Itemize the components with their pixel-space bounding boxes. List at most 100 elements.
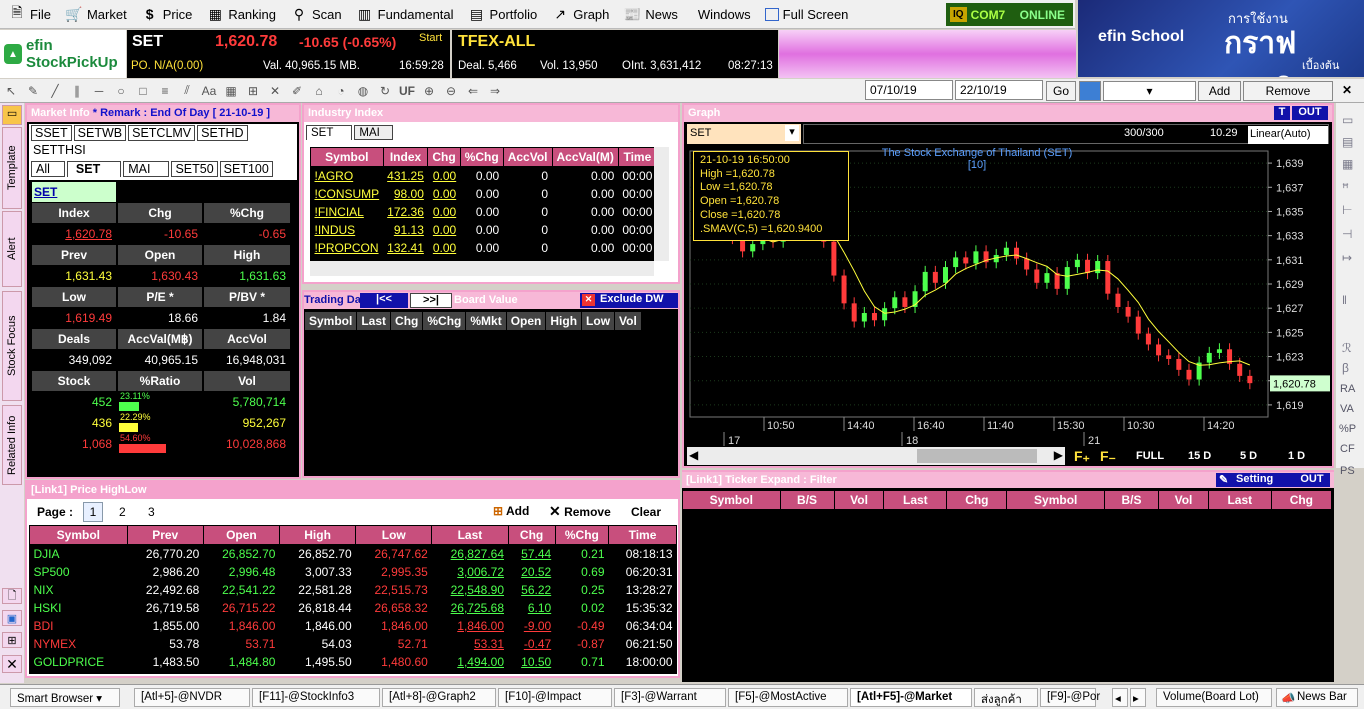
industry-cell[interactable]: 132.41 xyxy=(383,239,428,257)
color-icon[interactable]: ◍ xyxy=(355,83,371,99)
industry-cell[interactable]: !INDUS xyxy=(311,221,384,239)
window-tab[interactable]: [F11]-@StockInfo3 xyxy=(252,688,380,707)
ticker-column-header[interactable]: Vol xyxy=(1158,490,1209,510)
tabs-scroll-left-icon[interactable]: ◂ xyxy=(1112,688,1128,707)
ticker-column-header[interactable]: B/S xyxy=(1103,490,1160,510)
tab-setwb[interactable]: SETWB xyxy=(73,125,127,141)
table-row[interactable]: GOLDPRICE 1,483.50 1,484.80 1,495.50 1,480.6… xyxy=(30,653,677,671)
tab-setclmv[interactable]: SETCLMV xyxy=(128,125,196,141)
tab-template[interactable]: Template xyxy=(2,127,22,209)
menu-price[interactable]: $ Price xyxy=(141,6,193,22)
parallel-icon[interactable]: ∥ xyxy=(69,83,85,99)
lock-icon[interactable]: ⌂ xyxy=(311,83,327,99)
board-value-column-header[interactable]: Low xyxy=(581,311,616,331)
table-row[interactable]: DJIA 26,770.20 26,852.70 26,852.70 26,747.62… xyxy=(30,545,677,563)
chart-hscroll[interactable]: ◀ ▶ xyxy=(687,447,1065,465)
graph-t-button[interactable]: T xyxy=(1274,106,1290,120)
highlow-column-header[interactable]: Prev xyxy=(126,525,204,545)
highlow-column-header[interactable]: Chg xyxy=(507,525,556,545)
tool-ra[interactable]: RA xyxy=(1340,383,1355,395)
scroll-right-icon[interactable]: ⇒ xyxy=(487,83,503,99)
tab-set50[interactable]: SET50 xyxy=(171,161,218,177)
tool-icon[interactable]: ▭ xyxy=(1342,113,1353,127)
board-value-column-header[interactable]: %Mkt xyxy=(465,311,507,331)
volume-unit-toggle[interactable]: Volume(Board Lot) xyxy=(1156,688,1272,707)
edit-icon[interactable]: ✐ xyxy=(289,83,305,99)
industry-column-header[interactable]: Index xyxy=(382,147,429,167)
board-value-column-header[interactable]: Chg xyxy=(390,311,424,331)
industry-column-header[interactable]: AccVal(M) xyxy=(551,147,619,167)
menu-scan[interactable]: ⚲ Scan xyxy=(290,6,342,22)
highlow-column-header[interactable]: Open xyxy=(202,525,280,545)
first-page-button[interactable]: |<< xyxy=(360,293,408,308)
highlow-column-header[interactable]: Last xyxy=(431,525,509,545)
smart-browser-button[interactable]: Smart Browser ▾ xyxy=(10,688,120,707)
industry-cell[interactable]: 91.13 xyxy=(383,221,428,239)
tfex-quote-box[interactable]: TFEX-ALL Deal. 5,466 Vol. 13,950 OInt. 3… xyxy=(452,30,778,78)
highlow-column-header[interactable]: Low xyxy=(355,525,433,545)
tab-sset[interactable]: SSET xyxy=(31,125,72,141)
exclude-dw-button[interactable]: ✕ Exclude DW xyxy=(580,293,678,308)
industry-vscroll[interactable] xyxy=(654,147,669,261)
table-row[interactable]: NYMEX 53.78 53.71 54.03 52.71 53.31 -0.47 -0.87… xyxy=(30,635,677,653)
industry-cell[interactable]: 98.00 xyxy=(383,185,428,203)
industry-column-header[interactable]: AccVol xyxy=(502,147,553,167)
page-2-button[interactable]: 2 xyxy=(119,505,126,519)
ticker-column-header[interactable]: Vol xyxy=(833,490,885,510)
highlow-column-header[interactable]: High xyxy=(278,525,357,545)
scroll-right-icon[interactable]: ▶ xyxy=(1054,448,1063,462)
window-tab[interactable]: ส่งลูกค้า xyxy=(974,688,1038,707)
industry-cell[interactable]: !FINCIAL xyxy=(311,203,384,221)
pen-icon[interactable]: ✎ xyxy=(25,83,41,99)
ruler-icon[interactable]: ⊞ xyxy=(245,83,261,99)
save-icon[interactable]: ▣ xyxy=(2,610,22,626)
delete-icon[interactable]: ✕ xyxy=(267,83,283,99)
board-value-column-header[interactable]: High xyxy=(545,311,583,331)
menu-market[interactable]: 🛒 Market xyxy=(65,6,126,22)
tool-icon[interactable]: ▤ xyxy=(1342,135,1353,149)
window-tab[interactable]: [Atl+8]-@Graph2 xyxy=(382,688,496,707)
range-full-button[interactable]: FULL xyxy=(1136,450,1164,462)
range-1d-button[interactable]: 1 D xyxy=(1288,450,1305,462)
ticker-setting-button[interactable]: ✎ Setting xyxy=(1216,473,1296,487)
window-tab[interactable]: [F3]-@Warrant xyxy=(614,688,726,707)
last-page-button[interactable]: >>| xyxy=(410,293,452,308)
highlow-add-button[interactable]: ⊞ Add xyxy=(493,504,529,518)
line-icon[interactable]: ╱ xyxy=(47,83,63,99)
uf-label[interactable]: UF xyxy=(399,83,415,99)
chart-scroll-thumb[interactable] xyxy=(917,449,1037,463)
industry-cell[interactable]: 431.25 xyxy=(383,167,428,185)
graph-symbol-select[interactable]: SET ▾ xyxy=(687,124,801,144)
tool-cf[interactable]: CF xyxy=(1340,443,1355,455)
menu-fundamental[interactable]: ▥ Fundamental xyxy=(356,6,454,22)
table-row[interactable]: !CONSUMP 98.00 0.00 0.00 0 0.00 00:00 xyxy=(311,185,655,203)
menu-graph[interactable]: ↗ Graph xyxy=(551,6,609,22)
pointer-icon[interactable]: ↖ xyxy=(3,83,19,99)
tab-sethd[interactable]: SETHD xyxy=(197,125,248,141)
industry-column-header[interactable]: Chg xyxy=(427,147,461,167)
ticker-column-header[interactable]: Symbol xyxy=(1006,490,1105,510)
industry-tab-mai[interactable]: MAI xyxy=(354,125,393,140)
window-tab[interactable]: [F10]-@Impact xyxy=(498,688,612,707)
news-bar-toggle[interactable]: 📣 News Bar xyxy=(1276,688,1358,707)
date-from-input[interactable] xyxy=(865,80,953,100)
selected-index-label[interactable]: SET xyxy=(32,182,116,202)
date-to-input[interactable] xyxy=(955,80,1043,100)
grid-icon[interactable]: ▦ xyxy=(223,83,239,99)
industry-cell[interactable]: !AGRO xyxy=(311,167,384,185)
graph-scale[interactable]: Linear(Auto) xyxy=(1248,126,1328,144)
tool-icon[interactable]: ↦ xyxy=(1342,251,1352,265)
tab-set100[interactable]: SET100 xyxy=(219,161,273,177)
set-quote-box[interactable]: SET 1,620.78 -10.65 (-0.65%) Start PO. N… xyxy=(127,30,450,78)
industry-cell[interactable]: !CONSUMP xyxy=(311,185,384,203)
tab-setthsi[interactable]: SETTHSI xyxy=(33,143,86,157)
industry-column-header[interactable]: Time xyxy=(617,147,654,167)
tool-icon[interactable]: ℛ xyxy=(1342,341,1352,355)
table-row[interactable]: BDI 1,855.00 1,846.00 1,846.00 1,846.00 1,846… xyxy=(30,617,677,635)
color-picker-icon[interactable] xyxy=(1079,81,1101,101)
window-tab[interactable]: [F9]-@Por xyxy=(1040,688,1100,707)
add-layout-icon[interactable]: ⊞ xyxy=(2,632,22,648)
tabs-scroll-right-icon[interactable]: ▸ xyxy=(1130,688,1146,707)
table-row[interactable]: SP500 2,986.20 2,996.48 3,007.33 2,995.35 3,0… xyxy=(30,563,677,581)
tool-ps[interactable]: PS xyxy=(1340,465,1355,477)
